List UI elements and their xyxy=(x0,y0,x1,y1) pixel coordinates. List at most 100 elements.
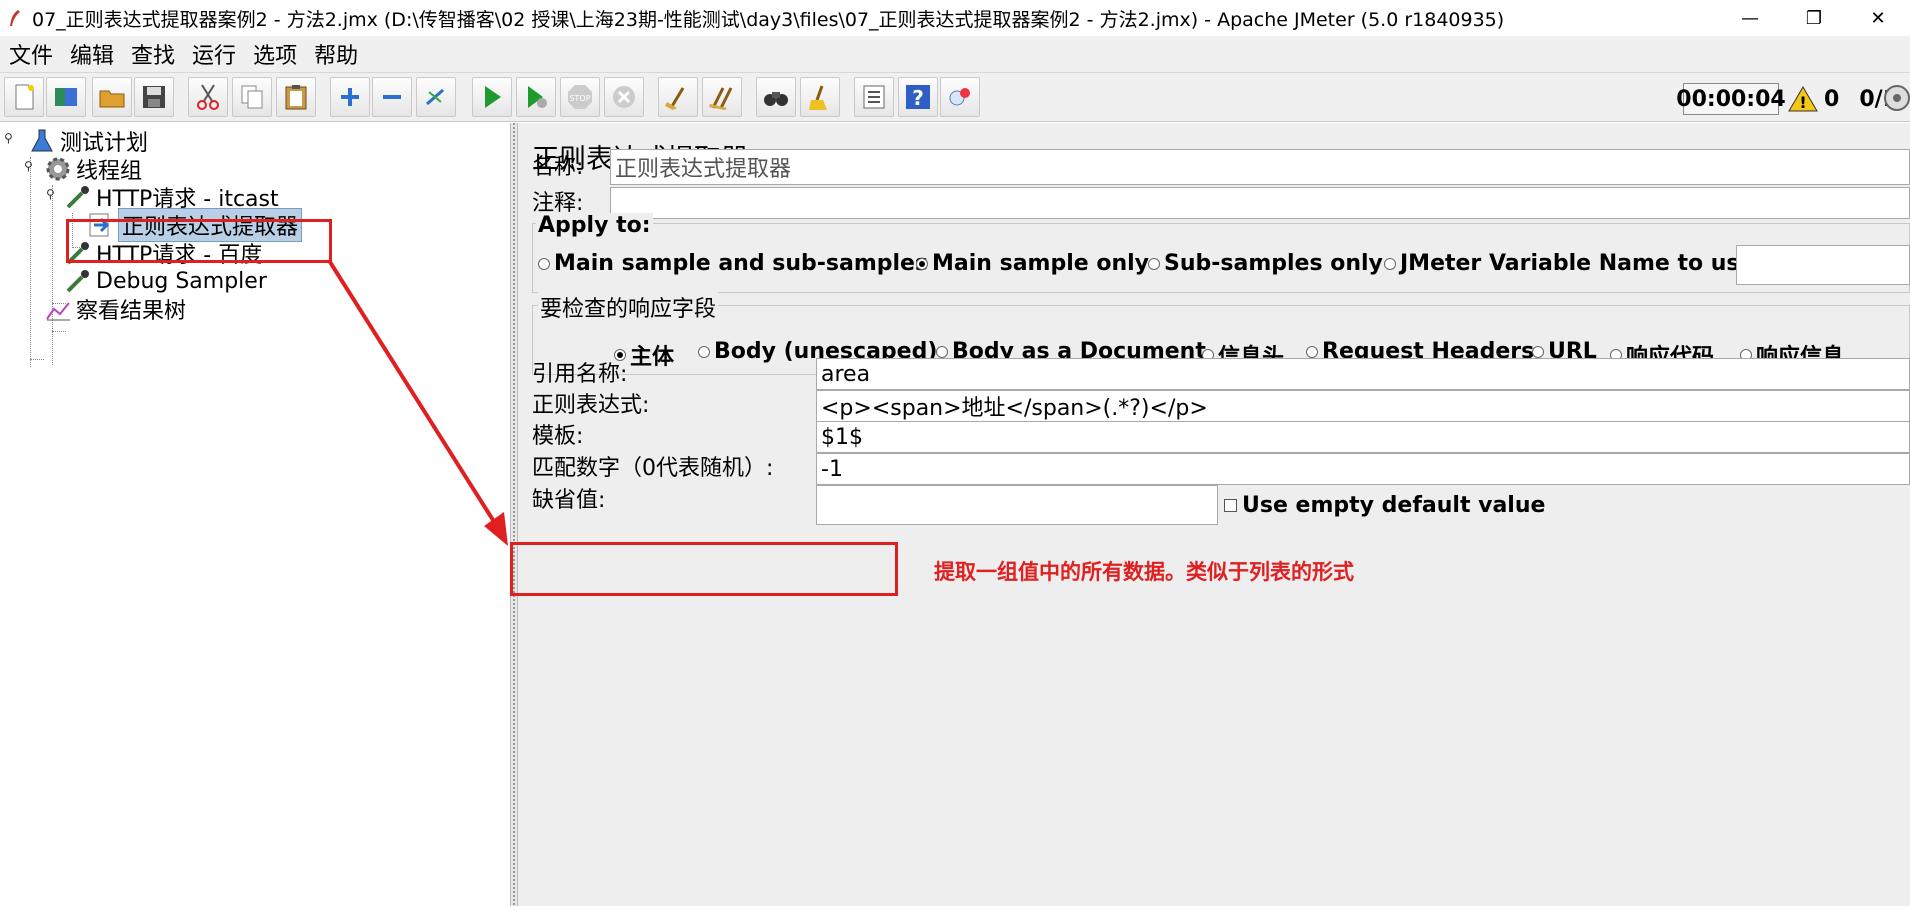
highlight-box-match-no xyxy=(510,542,898,596)
radio-dot xyxy=(1532,345,1544,358)
menu-file[interactable]: 文件 xyxy=(0,38,61,70)
name-field[interactable]: 正则表达式提取器 xyxy=(610,149,1910,185)
radio-jmeter-variable[interactable]: JMeter Variable Name to use xyxy=(1384,251,1754,276)
help-button[interactable]: ? xyxy=(898,77,938,117)
apply-to-title: Apply to: xyxy=(536,213,653,238)
default-value-field[interactable] xyxy=(816,485,1218,525)
new-button[interactable] xyxy=(4,77,44,117)
comment-field[interactable] xyxy=(610,187,1910,219)
start-no-pause-button[interactable] xyxy=(516,77,556,117)
function-helper-icon xyxy=(863,85,885,109)
radio-main-and-sub[interactable]: Main sample and sub-samples xyxy=(538,251,928,276)
jmeter-variable-field[interactable] xyxy=(1736,245,1910,285)
title-bar: 07_正则表达式提取器案例2 - 方法2.jmx (D:\传智播客\02 授课\… xyxy=(0,0,1910,36)
name-label: 名称: xyxy=(532,155,584,180)
collapse-icon xyxy=(383,95,401,99)
radio-label: Main sample only xyxy=(932,251,1149,276)
templates-button[interactable] xyxy=(46,77,86,117)
chart-icon xyxy=(46,302,70,321)
field-to-check-title: 要检查的响应字段 xyxy=(538,291,719,323)
remote-icon xyxy=(949,88,970,106)
save-button[interactable] xyxy=(134,77,174,117)
radio-label: Main sample and sub-samples xyxy=(554,251,929,276)
open-button[interactable] xyxy=(92,77,132,117)
radio-dot xyxy=(1384,257,1396,270)
split-pane-divider[interactable] xyxy=(510,123,518,906)
elapsed-time: 00:00:04 xyxy=(1676,83,1786,115)
tree-toggle-thread-group[interactable]: ⚲ xyxy=(24,159,33,173)
svg-text:STOP: STOP xyxy=(569,94,590,103)
expand-button[interactable] xyxy=(330,77,370,117)
menu-bar: 文件 编辑 查找 运行 选项 帮助 xyxy=(0,36,1910,72)
copy-icon xyxy=(241,85,263,109)
radio-dot xyxy=(916,257,928,270)
start-no-pause-icon xyxy=(528,86,547,108)
remote-button[interactable] xyxy=(940,77,980,117)
menu-search[interactable]: 查找 xyxy=(122,38,183,70)
search-button[interactable] xyxy=(756,77,796,117)
reference-name-label: 引用名称: xyxy=(532,362,628,387)
shutdown-button[interactable] xyxy=(604,77,644,117)
save-icon xyxy=(143,86,165,108)
maximize-button[interactable]: ❐ xyxy=(1782,0,1846,36)
window-title: 07_正则表达式提取器案例2 - 方法2.jmx (D:\传智播客\02 授课\… xyxy=(32,8,1505,31)
regex-extractor-panel: 正则表达式提取器 名称: 正则表达式提取器 注释: Apply to: Main… xyxy=(518,123,1910,906)
start-icon xyxy=(485,86,501,108)
toggle-button[interactable] xyxy=(416,77,456,117)
radio-dot xyxy=(538,257,550,270)
annotation-note: 提取一组值中的所有数据。类似于列表的形式 xyxy=(934,560,1354,584)
radio-main-only[interactable]: Main sample only xyxy=(916,251,1149,276)
svg-text:!: ! xyxy=(1799,93,1806,112)
reset-search-icon xyxy=(809,85,827,110)
shutdown-icon xyxy=(613,86,635,108)
radio-dot xyxy=(1148,257,1160,270)
radio-label: 主体 xyxy=(630,345,675,370)
radio-sub-only[interactable]: Sub-samples only xyxy=(1148,251,1383,276)
menu-help[interactable]: 帮助 xyxy=(305,38,366,70)
tree-toggle-test-plan[interactable]: ⚲ xyxy=(4,131,13,145)
cut-icon xyxy=(197,84,219,110)
flask-icon xyxy=(31,129,53,152)
checkbox-box xyxy=(1224,499,1237,512)
use-empty-default-checkbox[interactable]: Use empty default value xyxy=(1224,493,1545,518)
toggle-icon xyxy=(426,88,444,106)
stop-icon: STOP xyxy=(568,85,592,109)
templates-icon xyxy=(55,88,77,106)
tree-item-label: Debug Sampler xyxy=(96,268,267,294)
expand-icon xyxy=(341,88,359,106)
cut-button[interactable] xyxy=(188,77,228,117)
collapse-button[interactable] xyxy=(372,77,412,117)
match-no-field[interactable]: -1 xyxy=(816,453,1910,485)
toolbar: STOP ? 00:00:04 ! 0 0/1 xyxy=(0,72,1910,122)
svg-text:?: ? xyxy=(912,86,924,110)
clear-all-icon xyxy=(709,87,733,110)
function-helper-button[interactable] xyxy=(854,77,894,117)
template-label: 模板: xyxy=(532,424,584,449)
clear-icon xyxy=(665,87,685,110)
clear-all-button[interactable] xyxy=(702,77,742,117)
search-icon xyxy=(764,92,788,106)
menu-edit[interactable]: 编辑 xyxy=(61,38,122,70)
menu-options[interactable]: 选项 xyxy=(244,38,305,70)
tree-toggle-http-itcast[interactable]: ⚲ xyxy=(46,187,55,201)
clear-button[interactable] xyxy=(658,77,698,117)
regex-field[interactable]: <p><span>地址</span>(.*?)</p> xyxy=(816,390,1910,422)
template-field[interactable]: $1$ xyxy=(816,421,1910,453)
tree-item-label: 察看结果树 xyxy=(76,299,187,324)
close-button[interactable]: ✕ xyxy=(1846,0,1910,36)
paste-button[interactable] xyxy=(276,77,316,117)
copy-button[interactable] xyxy=(232,77,272,117)
start-button[interactable] xyxy=(472,77,512,117)
tree-item-results-tree[interactable]: 察看结果树 xyxy=(44,293,186,325)
stop-button[interactable]: STOP xyxy=(560,77,600,117)
pipette-icon xyxy=(66,186,89,209)
reset-search-button[interactable] xyxy=(800,77,840,117)
minimize-button[interactable]: — xyxy=(1718,0,1782,36)
match-no-label: 匹配数字（0代表随机）: xyxy=(532,456,774,481)
radio-label: JMeter Variable Name to use xyxy=(1400,251,1755,276)
pipette-icon xyxy=(66,270,89,293)
warning-icon: ! xyxy=(1788,86,1818,112)
menu-run[interactable]: 运行 xyxy=(183,38,244,70)
highlight-box-tree xyxy=(66,219,332,263)
reference-name-field[interactable]: area xyxy=(816,358,1910,390)
